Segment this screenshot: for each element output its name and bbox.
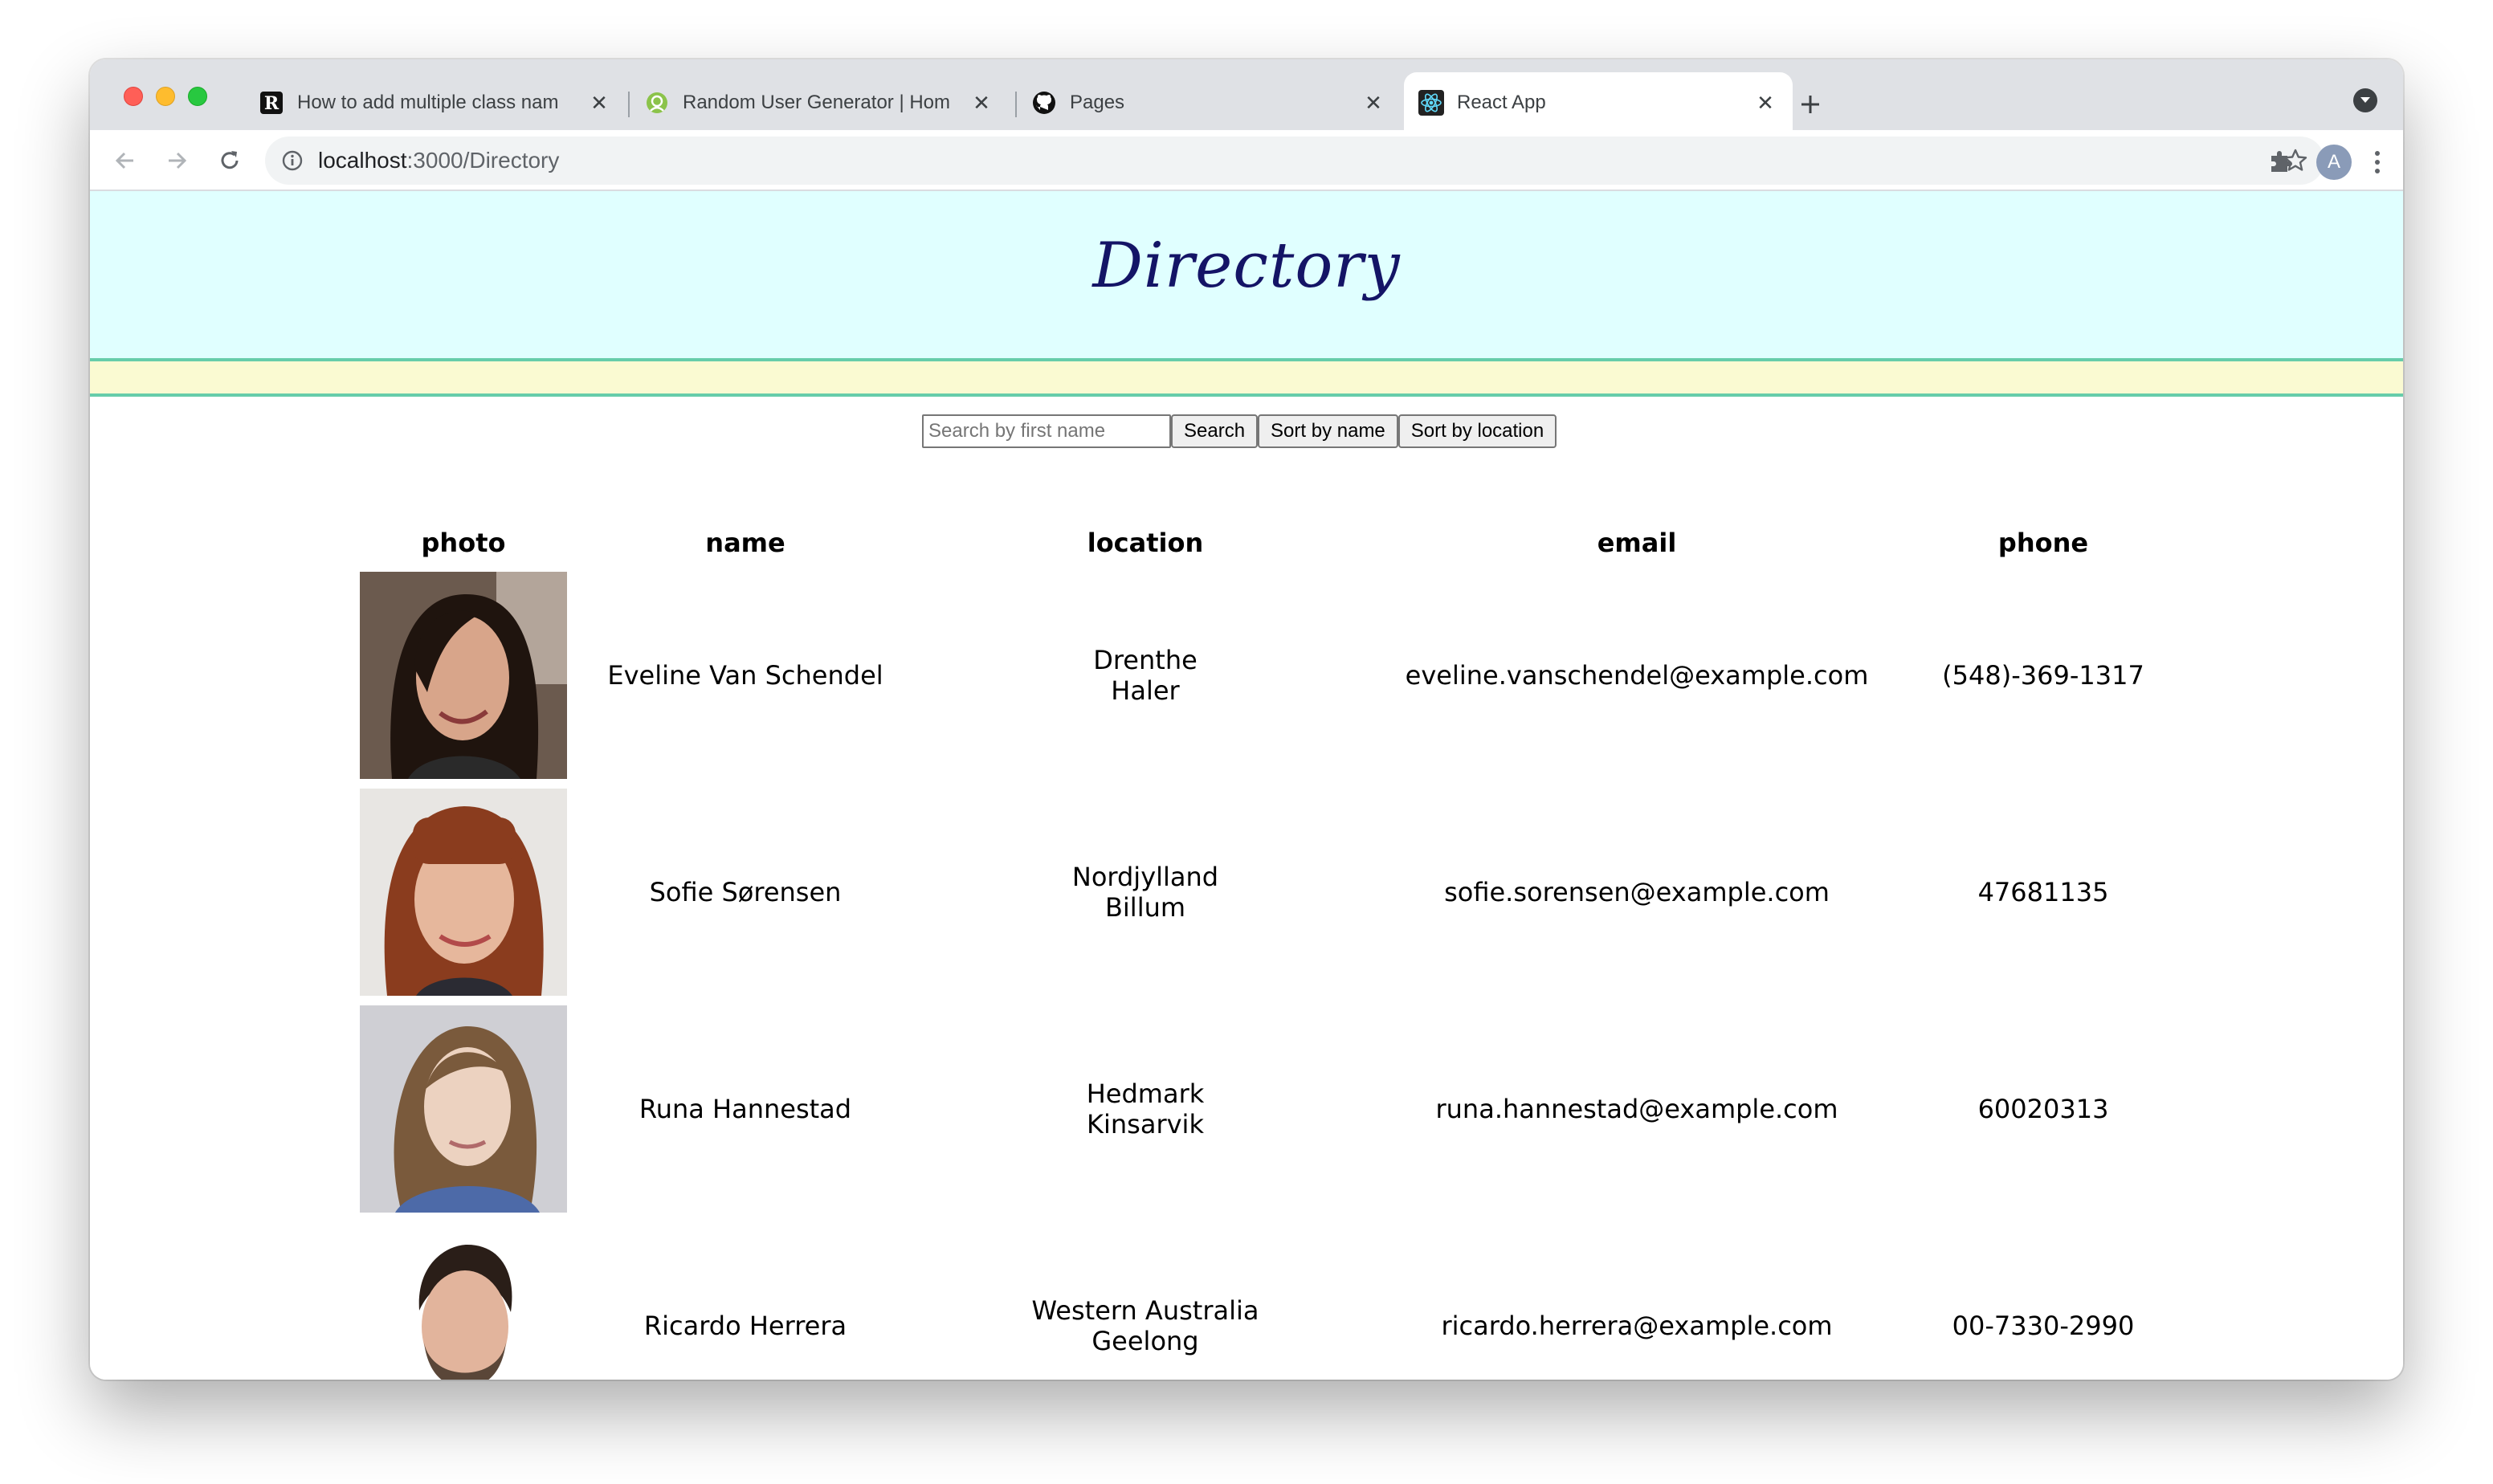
arrow-left-icon xyxy=(115,152,133,169)
github-icon xyxy=(1031,90,1057,116)
location-state: Drenthe xyxy=(1093,645,1198,675)
header-banner: Directory xyxy=(90,191,2403,361)
forward-button[interactable] xyxy=(161,145,193,177)
email-cell: runa.hannestad@example.com xyxy=(1435,1094,1838,1124)
table-header-row: photo name location email phone xyxy=(355,524,2185,562)
name-cell: Sofie Sørensen xyxy=(649,877,842,907)
tab-pages[interactable]: Pages ✕ xyxy=(1017,72,1401,130)
user-photo xyxy=(360,1222,567,1380)
photo-cell xyxy=(355,572,572,779)
close-window-button[interactable] xyxy=(124,87,143,106)
email-cell: sofie.sorensen@example.com xyxy=(1444,877,1830,907)
name-cell: Ricardo Herrera xyxy=(643,1311,847,1341)
location-city: Haler xyxy=(1111,675,1180,706)
photo-cell xyxy=(355,1005,572,1213)
name-cell: Runa Hannestad xyxy=(639,1094,852,1124)
info-icon[interactable] xyxy=(281,149,304,172)
phone-cell: (548)-369-1317 xyxy=(1942,660,2144,691)
photo-cell xyxy=(355,789,572,996)
location-city: Kinsarvik xyxy=(1087,1109,1204,1140)
minimize-window-button[interactable] xyxy=(156,87,175,106)
column-header-photo[interactable]: photo xyxy=(355,524,572,562)
tab-title: How to add multiple class nam xyxy=(297,92,559,113)
phone-cell: 00-7330-2990 xyxy=(1952,1311,2135,1341)
table-row: Ricardo Herrera Western Australia Geelon… xyxy=(355,1222,2185,1380)
location-state: Hedmark xyxy=(1086,1078,1205,1109)
email-cell: eveline.vanschendel@example.com xyxy=(1405,660,1869,691)
browser-window: R How to add multiple class nam ✕ Random… xyxy=(90,59,2403,1380)
header-stripe xyxy=(90,361,2403,397)
plus-icon xyxy=(1801,96,1819,113)
reload-icon xyxy=(221,151,239,169)
location-city: Geelong xyxy=(1091,1326,1199,1356)
arrow-right-icon xyxy=(169,152,187,169)
table-row: Sofie Sørensen Nordjylland Billum sofie.… xyxy=(355,789,2185,996)
new-tab-button[interactable] xyxy=(1794,88,1826,120)
location-state: Western Australia xyxy=(1031,1295,1259,1326)
location-cell: Western Australia Geelong xyxy=(919,1222,1372,1380)
url-path: :3000/Directory xyxy=(406,148,560,173)
page-title: Directory xyxy=(1092,230,1401,302)
close-tab-icon[interactable]: ✕ xyxy=(588,92,610,114)
employee-table: photo name location email phone Eveline … xyxy=(355,514,2185,1380)
user-photo xyxy=(360,572,567,779)
location-cell: Nordjylland Billum xyxy=(919,789,1372,996)
column-header-phone[interactable]: phone xyxy=(1902,524,2185,562)
back-button[interactable] xyxy=(109,145,141,177)
column-header-name[interactable]: name xyxy=(572,524,919,562)
tab-strip: R How to add multiple class nam ✕ Random… xyxy=(90,59,2403,130)
tab-how-to-add-class[interactable]: R How to add multiple class nam ✕ xyxy=(244,72,628,130)
name-cell: Eveline Van Schendel xyxy=(607,660,883,691)
search-button[interactable]: Search xyxy=(1171,414,1259,448)
browser-toolbar: localhost:3000/Directory A xyxy=(90,130,2403,191)
profile-avatar[interactable]: A xyxy=(2316,145,2352,180)
close-tab-icon[interactable]: ✕ xyxy=(1362,92,1385,114)
table-row: Runa Hannestad Hedmark Kinsarvik runa.ha… xyxy=(355,1005,2185,1213)
tab-search-button[interactable] xyxy=(2353,88,2377,112)
location-state: Nordjylland xyxy=(1071,862,1219,892)
close-tab-icon[interactable]: ✕ xyxy=(970,92,993,114)
tab-title: Random User Generator | Hom xyxy=(683,92,951,113)
reload-button[interactable] xyxy=(214,145,246,177)
phone-cell: 60020313 xyxy=(1977,1094,2109,1124)
url-host: localhost xyxy=(318,148,407,173)
user-photo xyxy=(360,1005,567,1213)
search-input[interactable] xyxy=(922,414,1171,448)
location-cell: Drenthe Haler xyxy=(919,572,1372,779)
tab-react-app[interactable]: React App ✕ xyxy=(1404,72,1793,130)
location-city: Billum xyxy=(1104,892,1186,923)
email-cell: ricardo.herrera@example.com xyxy=(1441,1311,1833,1341)
table-row: Eveline Van Schendel Drenthe Haler eveli… xyxy=(355,572,2185,779)
column-header-email[interactable]: email xyxy=(1372,524,1902,562)
sort-by-location-button[interactable]: Sort by location xyxy=(1397,414,1557,448)
chevron-down-icon xyxy=(2360,97,2370,103)
smiley-icon xyxy=(644,90,670,116)
photo-cell xyxy=(355,1222,572,1380)
tab-title: Pages xyxy=(1070,92,1125,113)
react-icon xyxy=(1418,90,1444,116)
tab-random-user-generator[interactable]: Random User Generator | Hom ✕ xyxy=(630,72,1014,130)
close-tab-icon[interactable]: ✕ xyxy=(1754,92,1777,114)
page-content: Directory Search Sort by name Sort by lo… xyxy=(90,191,2403,1380)
phone-cell: 47681135 xyxy=(1977,877,2109,907)
sort-by-name-button[interactable]: Sort by name xyxy=(1258,414,1398,448)
user-photo xyxy=(360,789,567,996)
browser-menu-icon[interactable] xyxy=(2368,146,2387,178)
tab-title: React App xyxy=(1457,92,1546,113)
r-letter-icon: R xyxy=(259,90,284,116)
extensions-puzzle-icon[interactable] xyxy=(2265,145,2297,177)
location-cell: Hedmark Kinsarvik xyxy=(919,1005,1372,1213)
svg-text:R: R xyxy=(264,93,279,114)
maximize-window-button[interactable] xyxy=(188,87,207,106)
search-controls: Search Sort by name Sort by location xyxy=(922,414,1557,448)
url-text: localhost:3000/Directory xyxy=(318,146,559,175)
column-header-location[interactable]: location xyxy=(919,524,1372,562)
address-bar[interactable]: localhost:3000/Directory xyxy=(265,137,2324,185)
